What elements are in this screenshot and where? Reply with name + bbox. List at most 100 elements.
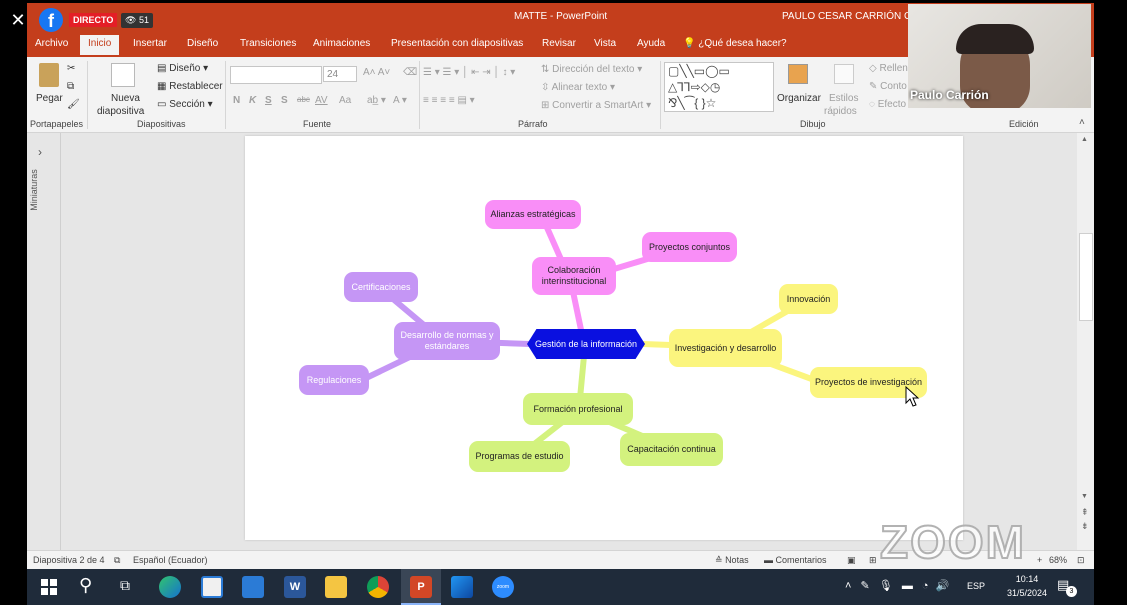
group-editing: Edición (1009, 119, 1039, 129)
previous-slide-icon[interactable]: ⇞ (1081, 507, 1089, 518)
text-direction-button[interactable]: ⇅ Dirección del texto ▾ (541, 64, 642, 75)
underline-button[interactable]: S (265, 95, 272, 106)
format-painter-icon[interactable]: 🖌 (67, 99, 80, 110)
volume-icon[interactable]: 🔊 (936, 580, 950, 592)
slide-sorter-icon[interactable]: ⊞ (869, 555, 877, 566)
battery-icon[interactable]: ▬ (902, 580, 913, 592)
vertical-scrollbar[interactable]: ▲ ▼ ⇞ ⇟ (1077, 133, 1094, 550)
mail-icon[interactable] (242, 576, 264, 598)
tab-archivo[interactable]: Archivo (35, 38, 68, 49)
shadow-button[interactable]: S (281, 95, 288, 106)
clear-format-icon[interactable]: ⌫ (403, 67, 417, 78)
tab-insertar[interactable]: Insertar (133, 38, 167, 49)
clock[interactable]: 10:14 31/5/2024 (1002, 572, 1052, 600)
node-alianzas[interactable]: Alianzas estratégicas (485, 200, 581, 229)
highlight-icon[interactable]: ab̲ ▾ (367, 95, 386, 106)
shape-fill-button[interactable]: ◇ Rellen (869, 63, 908, 74)
store-icon[interactable] (201, 576, 223, 598)
tab-ayuda[interactable]: Ayuda (637, 38, 665, 49)
word-icon[interactable]: W (284, 576, 306, 598)
tab-presentacion[interactable]: Presentación con diapositivas (391, 38, 523, 49)
notes-button[interactable]: ≙ Notas (715, 555, 749, 566)
align-icons[interactable]: ≡ ≡ ≡ ≡ ▤ ▾ (423, 95, 475, 106)
font-color-icon[interactable]: A ▾ (393, 95, 407, 106)
shapes-gallery[interactable]: ▢╲╲▭◯▭ △⅂⅂⇨◇◷ ⅋╲⁀{ }☆ (664, 62, 774, 112)
comments-button[interactable]: ▬ Comentarios (764, 555, 827, 565)
tell-me-box[interactable]: 💡 ¿Qué desea hacer? (683, 38, 787, 49)
copy-icon[interactable]: ⧉ (67, 81, 74, 92)
bold-button[interactable]: N (233, 95, 240, 106)
powerpoint-taskbar-button[interactable]: P (401, 569, 441, 605)
node-innovacion[interactable]: Innovación (779, 284, 838, 314)
font-name-box[interactable] (230, 66, 322, 84)
tab-inicio[interactable]: Inicio (80, 35, 120, 55)
arrange-button[interactable]: Organizar (777, 61, 821, 117)
quick-styles-button[interactable]: Estilos rápidos (824, 61, 861, 117)
zoom-app-icon[interactable]: zoom (492, 576, 514, 598)
pen-icon[interactable]: ✎ (861, 580, 870, 592)
align-text-button[interactable]: ⇳ Alinear texto ▾ (541, 82, 615, 93)
input-language[interactable]: ESP (967, 581, 985, 591)
shape-outline-button[interactable]: ✎ Conto (869, 81, 907, 92)
tray-icons[interactable]: ˄ ✎ 🎙 ▬ ◔ 🔊 (845, 579, 949, 592)
tab-diseno[interactable]: Diseño (187, 38, 218, 49)
node-proyectos-conjuntos[interactable]: Proyectos conjuntos (642, 232, 737, 262)
close-icon[interactable]: ✕ (8, 10, 28, 30)
spelling-icon[interactable]: ⧉ (114, 555, 120, 566)
task-view-icon[interactable]: ⧉ (120, 577, 130, 594)
tab-animaciones[interactable]: Animaciones (313, 38, 370, 49)
collapse-ribbon-icon[interactable]: ˄ (1079, 117, 1085, 128)
search-icon[interactable]: ⚲ (79, 575, 92, 596)
account-name[interactable]: PAULO CESAR CARRIÓN GU (782, 11, 919, 22)
wifi-icon[interactable]: ◔ (922, 580, 929, 592)
windows-start-icon[interactable] (41, 579, 57, 595)
node-capacitacion[interactable]: Capacitación continua (620, 433, 723, 466)
chrome-icon[interactable] (367, 576, 389, 598)
node-normas[interactable]: Desarrollo de normas y estándares (394, 322, 500, 360)
font-size-box[interactable]: 24 (323, 66, 357, 82)
file-explorer-icon[interactable] (325, 576, 347, 598)
cut-icon[interactable]: ✂ (67, 63, 75, 74)
scroll-thumb[interactable] (1079, 233, 1093, 321)
microphone-icon[interactable]: 🎙 (879, 580, 893, 592)
strikethrough-icon[interactable]: abc (297, 95, 310, 104)
fit-slide-icon[interactable]: ⊡ (1077, 555, 1085, 566)
scroll-down-icon[interactable]: ▼ (1081, 493, 1088, 500)
bullets-icon[interactable]: ☰ ▾ ☰ ▾ │ ⇤ ⇥ │ ↕ ▾ (423, 67, 515, 78)
char-spacing-button[interactable]: AV (315, 95, 328, 106)
language-indicator[interactable]: Español (Ecuador) (133, 555, 208, 565)
section-button[interactable]: ▭ Sección ▾ (157, 99, 213, 110)
change-case-button[interactable]: Aa (339, 95, 351, 106)
tab-revisar[interactable]: Revisar (542, 38, 576, 49)
next-slide-icon[interactable]: ⇟ (1081, 521, 1089, 532)
tab-vista[interactable]: Vista (594, 38, 616, 49)
italic-button[interactable]: K (249, 95, 256, 106)
slide[interactable]: Alianzas estratégicas Proyectos conjunto… (245, 136, 963, 540)
node-investigacion[interactable]: Investigación y desarrollo (669, 329, 782, 367)
shape-outline-label: Conto (880, 81, 907, 92)
normal-view-icon[interactable]: ▣ (847, 555, 856, 566)
zoom-level[interactable]: 68% (1049, 555, 1067, 565)
node-formacion[interactable]: Formación profesional (523, 393, 633, 425)
node-colaboracion[interactable]: Colaboración interinstitucional (532, 257, 616, 295)
smartart-button[interactable]: ⊞ Convertir a SmartArt ▾ (541, 100, 651, 111)
node-certificaciones[interactable]: Certificaciones (344, 272, 418, 302)
expand-thumbnails-icon[interactable]: › (38, 145, 42, 159)
node-regulaciones[interactable]: Regulaciones (299, 365, 369, 395)
thumbnails-label[interactable]: Miniaturas (29, 169, 39, 211)
zoom-in-icon[interactable]: + (1037, 555, 1042, 565)
paint-icon[interactable] (451, 576, 473, 598)
layout-button[interactable]: ▤ Diseño ▾ (157, 63, 208, 74)
chevron-up-icon[interactable]: ˄ (845, 580, 851, 592)
scroll-up-icon[interactable]: ▲ (1081, 136, 1088, 143)
reset-button[interactable]: ▦ Restablecer (157, 81, 223, 92)
tab-transiciones[interactable]: Transiciones (240, 38, 296, 49)
node-center[interactable]: Gestión de la información (527, 329, 645, 359)
edge-icon[interactable] (159, 576, 181, 598)
shape-effects-button[interactable]: ◌ Efecto (869, 99, 906, 110)
grow-font-icon[interactable]: A˄ A˅ (363, 67, 390, 78)
facebook-icon[interactable]: f (39, 8, 63, 32)
paste-button[interactable]: Pegar (35, 61, 63, 113)
new-slide-button[interactable]: Nueva diapositiva (97, 61, 147, 117)
node-programas[interactable]: Programas de estudio (469, 441, 570, 472)
